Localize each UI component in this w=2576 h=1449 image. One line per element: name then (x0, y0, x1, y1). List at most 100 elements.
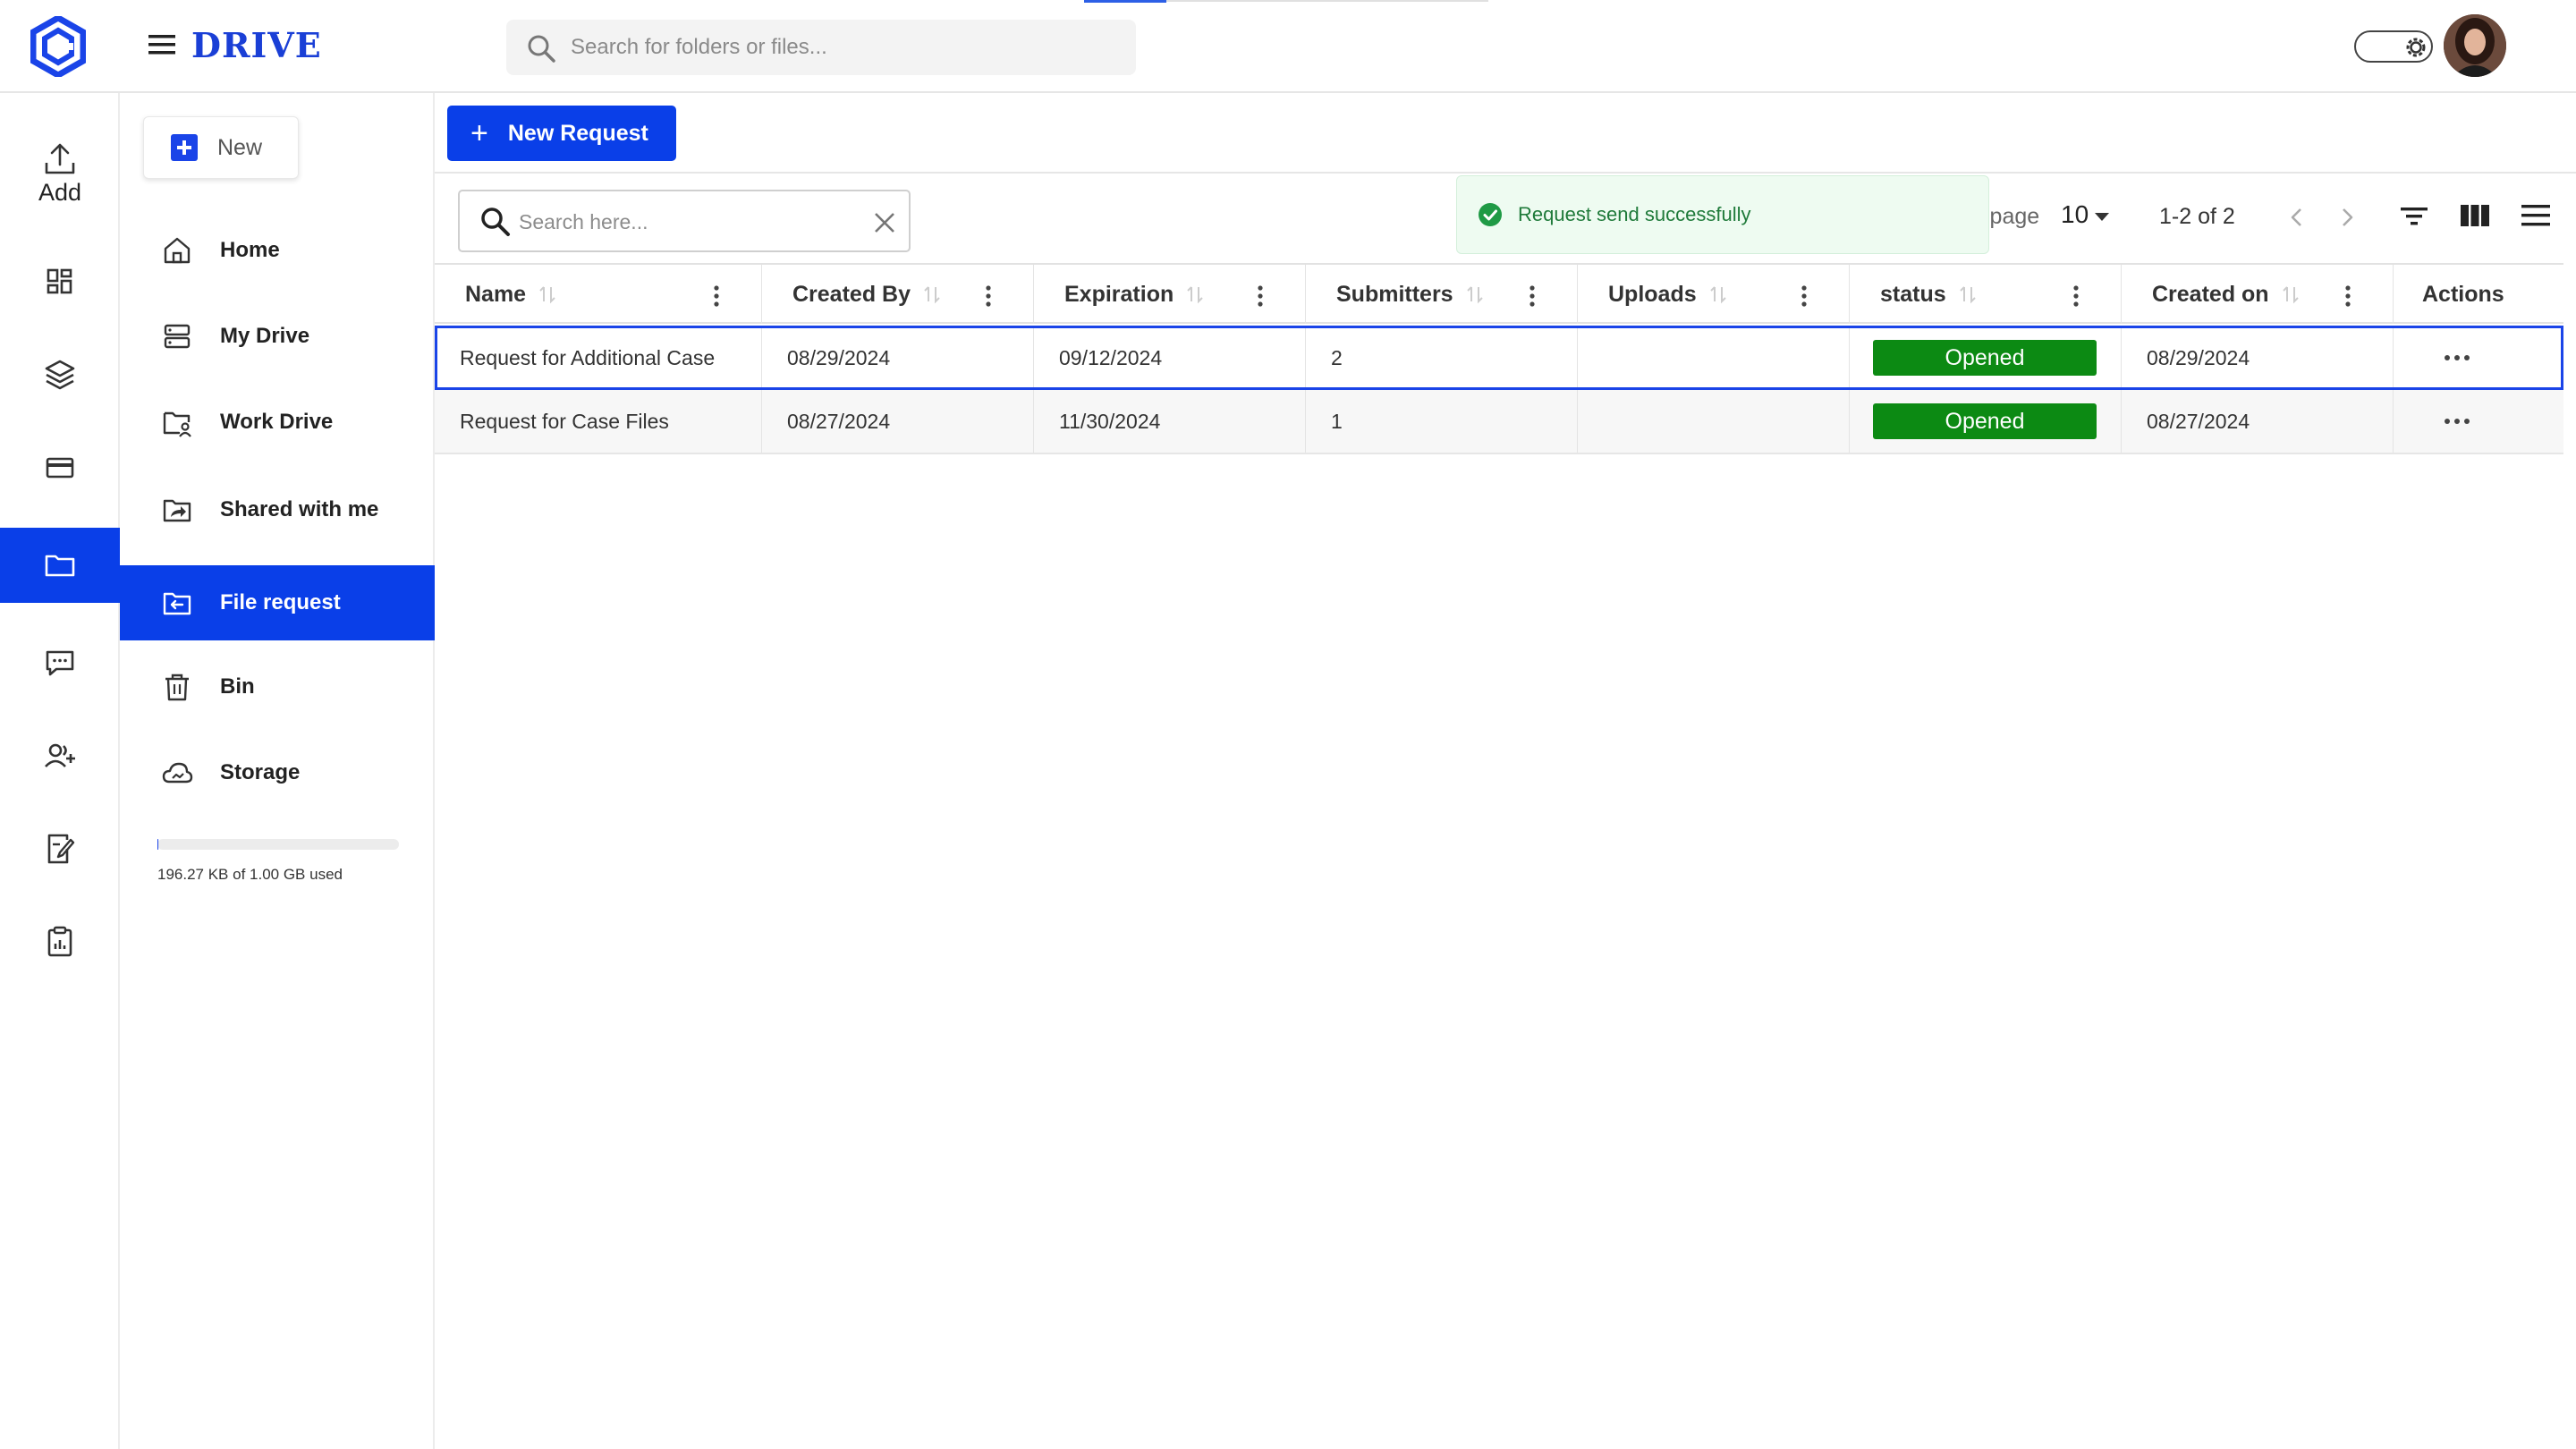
columns-icon[interactable] (2460, 202, 2490, 229)
nav-item-label: My Drive (220, 324, 310, 348)
new-request-label: New Request (507, 120, 648, 146)
work-drive-icon (163, 411, 191, 437)
cell-actions (2394, 328, 2563, 387)
sort-icon[interactable] (538, 284, 556, 305)
sort-icon[interactable] (1959, 284, 1977, 305)
toast-message: Request send successfully (1518, 203, 1751, 225)
column-header-created-by[interactable]: Created By (762, 265, 1034, 324)
nav-panel: New Home My Drive Work Drive Shared with… (120, 93, 435, 1449)
filter-icon[interactable] (2399, 202, 2429, 231)
status-badge: Opened (1873, 340, 2097, 376)
active-tab-indicator (1084, 0, 1166, 3)
user-avatar[interactable] (2444, 14, 2506, 77)
rail-documents[interactable] (0, 818, 120, 880)
new-button[interactable]: New (143, 116, 299, 179)
user-add-icon (45, 743, 75, 767)
layers-icon (45, 360, 75, 390)
chevron-right-icon[interactable] (2336, 204, 2358, 231)
sort-icon[interactable] (923, 284, 941, 305)
document-edit-icon (47, 834, 75, 864)
density-icon[interactable] (2521, 200, 2551, 231)
main-content: + New Request Request send successfully … (435, 93, 2576, 1449)
global-search-input[interactable] (571, 29, 1107, 66)
column-header-actions: Actions (2394, 265, 2563, 324)
nav-item-shared-with-me[interactable]: Shared with me (120, 472, 435, 547)
chevron-left-icon[interactable] (2286, 204, 2308, 231)
column-header-expiration[interactable]: Expiration (1034, 265, 1306, 324)
column-label: Expiration (1064, 281, 1174, 307)
rail-chat[interactable] (0, 631, 120, 694)
nav-item-label: Shared with me (220, 497, 379, 521)
column-menu-icon[interactable] (985, 284, 992, 308)
nav-item-work-drive[interactable]: Work Drive (120, 385, 435, 460)
rail-card[interactable] (0, 436, 120, 499)
rail-add-label: Add (38, 178, 82, 206)
column-header-name[interactable]: Name (435, 265, 762, 324)
rows-per-page-select[interactable]: 10 (2061, 200, 2089, 229)
menu-icon[interactable] (147, 32, 177, 57)
cell-created-on: 08/29/2024 (2122, 328, 2394, 387)
column-header-uploads[interactable]: Uploads (1578, 265, 1850, 324)
nav-item-my-drive[interactable]: My Drive (120, 299, 435, 374)
check-circle-icon (1479, 203, 1502, 226)
new-button-label: New (217, 134, 263, 160)
nav-item-file-request[interactable]: File request (120, 565, 435, 640)
rail-layers[interactable] (0, 343, 120, 406)
theme-toggle[interactable] (2354, 30, 2433, 63)
nav-item-home[interactable]: Home (120, 213, 435, 288)
file-request-icon (163, 592, 191, 615)
rail-files[interactable] (0, 528, 120, 603)
column-menu-icon[interactable] (1801, 284, 1808, 308)
column-header-submitters[interactable]: Submitters (1306, 265, 1578, 324)
gear-icon (2402, 34, 2429, 61)
nav-item-label: Home (220, 238, 280, 262)
table-header: Name Created By Expiration Submitters Up (435, 263, 2563, 324)
chat-icon (46, 650, 74, 676)
clipboard-icon (47, 926, 72, 957)
column-menu-icon[interactable] (2344, 284, 2351, 308)
search-icon (479, 206, 512, 238)
nav-item-label: Work Drive (220, 410, 334, 434)
column-label: Submitters (1336, 281, 1453, 307)
table-row[interactable]: Request for Case Files 08/27/2024 11/30/… (435, 390, 2563, 454)
new-request-button[interactable]: + New Request (447, 106, 676, 161)
rail-dashboard[interactable] (0, 250, 120, 313)
cell-status: Opened (1850, 390, 2122, 453)
column-menu-icon[interactable] (713, 284, 720, 308)
more-actions-icon[interactable] (2444, 418, 2470, 425)
storage-progress-fill (157, 839, 158, 850)
top-bar: DRIVE (0, 0, 2576, 93)
caret-down-icon[interactable] (2095, 213, 2109, 221)
table-row[interactable]: Request for Additional Case 08/29/2024 0… (435, 326, 2563, 390)
column-menu-icon[interactable] (2072, 284, 2080, 308)
sort-icon[interactable] (1466, 284, 1484, 305)
app-logo-icon[interactable] (30, 16, 86, 77)
column-label: Created By (792, 281, 911, 307)
nav-item-storage[interactable]: Storage (120, 735, 435, 810)
more-actions-icon[interactable] (2444, 354, 2470, 361)
sort-icon[interactable] (1709, 284, 1727, 305)
cell-created-by: 08/27/2024 (762, 390, 1034, 453)
cell-created-by: 08/29/2024 (762, 328, 1034, 387)
nav-item-bin[interactable]: Bin (120, 649, 435, 724)
column-header-status[interactable]: status (1850, 265, 2122, 324)
column-header-created-on[interactable]: Created on (2122, 265, 2394, 324)
rail-users[interactable] (0, 724, 120, 787)
rail-reports[interactable] (0, 911, 120, 973)
shared-icon (163, 499, 191, 522)
column-menu-icon[interactable] (1529, 284, 1536, 308)
rail-add-button[interactable]: Add (0, 129, 120, 218)
column-menu-icon[interactable] (1257, 284, 1264, 308)
sort-icon[interactable] (1186, 284, 1204, 305)
cell-name: Request for Case Files (435, 390, 762, 453)
close-icon[interactable] (873, 211, 896, 234)
table-search-input[interactable] (519, 204, 841, 240)
column-label: Created on (2152, 281, 2269, 307)
storage-usage-text: 196.27 KB of 1.00 GB used (157, 866, 343, 883)
cell-submitters: 1 (1306, 390, 1578, 453)
plus-icon (171, 134, 198, 161)
divider (435, 172, 2576, 174)
column-label: Actions (2422, 281, 2504, 307)
sort-icon[interactable] (2282, 284, 2300, 305)
plus-icon: + (470, 116, 488, 150)
